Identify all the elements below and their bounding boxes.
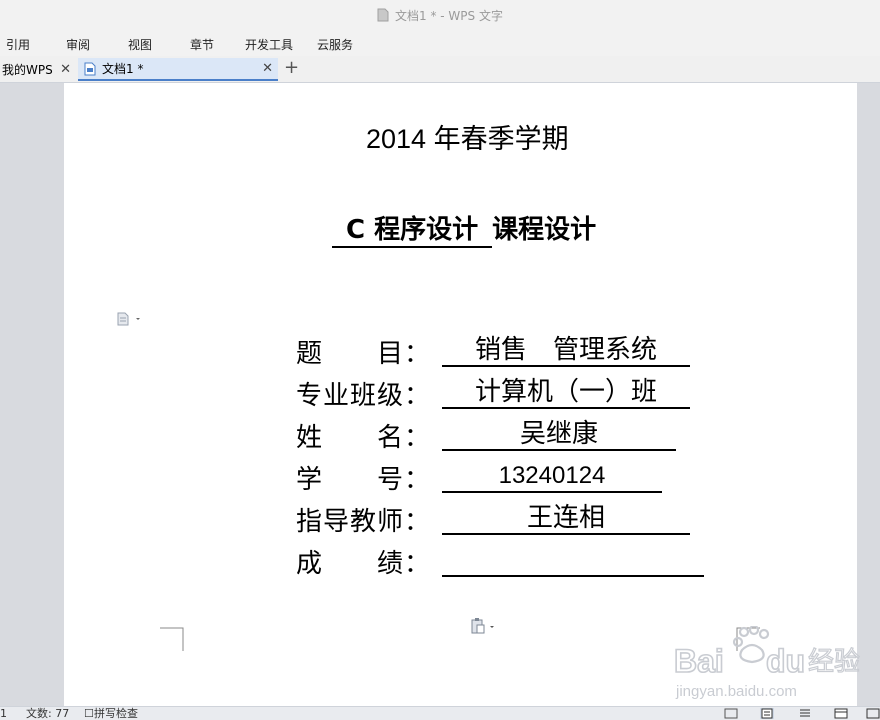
status-bar: 1 文数: 77 ☐ 拼写检查 <box>0 706 880 720</box>
right-gutter <box>857 83 880 706</box>
menu-review[interactable]: 审阅 <box>66 36 90 53</box>
semester-heading: 2014 年春季学期 <box>366 124 569 154</box>
baidu-jingyan-watermark: Bai du 经验 jingyan.baidu.com <box>673 626 861 700</box>
menu-chapter[interactable]: 章节 <box>190 36 214 53</box>
web-view-icon[interactable] <box>834 708 848 719</box>
field-label-student-id: 学 号： <box>296 465 432 495</box>
new-tab-plus-icon[interactable]: + <box>284 57 299 78</box>
clipboard-paste-icon[interactable] <box>470 617 500 635</box>
field-label-topic: 题 目： <box>296 339 432 369</box>
status-spell-check[interactable]: 拼写检查 <box>94 707 138 720</box>
field-label-grade: 成 绩： <box>296 549 432 579</box>
field-value-name: 吴继康 <box>442 419 676 451</box>
status-page: 1 <box>0 707 7 720</box>
close-icon[interactable]: ✕ <box>262 61 273 76</box>
spell-check-checkbox-icon[interactable]: ☐ <box>84 707 94 720</box>
close-icon[interactable]: ✕ <box>60 62 71 77</box>
menu-developer-tools[interactable]: 开发工具 <box>245 36 293 53</box>
field-label-advisor: 指导教师： <box>296 507 432 537</box>
svg-text:jingyan.baidu.com: jingyan.baidu.com <box>675 683 797 700</box>
reading-view-icon[interactable] <box>866 708 880 719</box>
tab-my-wps[interactable]: 我的WPS ✕ <box>0 58 76 80</box>
field-label-class: 专业班级： <box>296 381 432 411</box>
tab-document-1[interactable]: 文档1 * ✕ <box>78 58 278 81</box>
field-value-grade <box>442 545 704 577</box>
paste-options-icon[interactable] <box>116 311 144 327</box>
status-word-count[interactable]: 文数: 77 <box>26 707 69 720</box>
field-value-class: 计算机（一）班 <box>442 377 690 409</box>
tab-my-wps-label: 我的WPS <box>2 62 53 77</box>
left-gutter <box>0 83 64 706</box>
menu-view[interactable]: 视图 <box>128 36 152 53</box>
margin-corner-mark <box>160 627 184 651</box>
svg-text:Bai: Bai <box>674 643 724 679</box>
tab-document-1-label: 文档1 * <box>102 62 144 76</box>
course-title: C 程序设计 课程设计 <box>332 209 596 248</box>
field-value-topic: 销售 管理系统 <box>442 335 690 367</box>
svg-text:经验: 经验 <box>808 647 860 677</box>
course-suffix: 课程设计 <box>492 215 597 245</box>
field-value-student-id: 13240124 <box>442 461 662 493</box>
window-title: 文档1 * - WPS 文字 <box>395 8 503 23</box>
field-label-name: 姓 名： <box>296 423 432 453</box>
tab-bar: 我的WPS ✕ 文档1 * ✕ + <box>0 56 880 83</box>
document-icon <box>377 8 389 22</box>
wps-document-icon <box>84 62 96 75</box>
outline-view-icon[interactable] <box>798 708 812 719</box>
menu-references[interactable]: 引用 <box>6 36 30 53</box>
course-name: C 程序设计 <box>332 209 493 248</box>
svg-text:du: du <box>766 643 805 679</box>
document-page[interactable]: 2014 年春季学期 C 程序设计 课程设计 题 目： 销售 管理系统 专业班级：… <box>64 83 857 706</box>
title-bar: 文档1 * - WPS 文字 <box>0 0 880 30</box>
field-value-advisor: 王连相 <box>442 503 690 535</box>
page-view-icon[interactable] <box>760 708 774 719</box>
menu-bar: 引用 审阅 视图 章节 开发工具 云服务 <box>0 30 880 56</box>
full-screen-view-icon[interactable] <box>724 708 738 719</box>
menu-cloud-service[interactable]: 云服务 <box>317 36 353 53</box>
